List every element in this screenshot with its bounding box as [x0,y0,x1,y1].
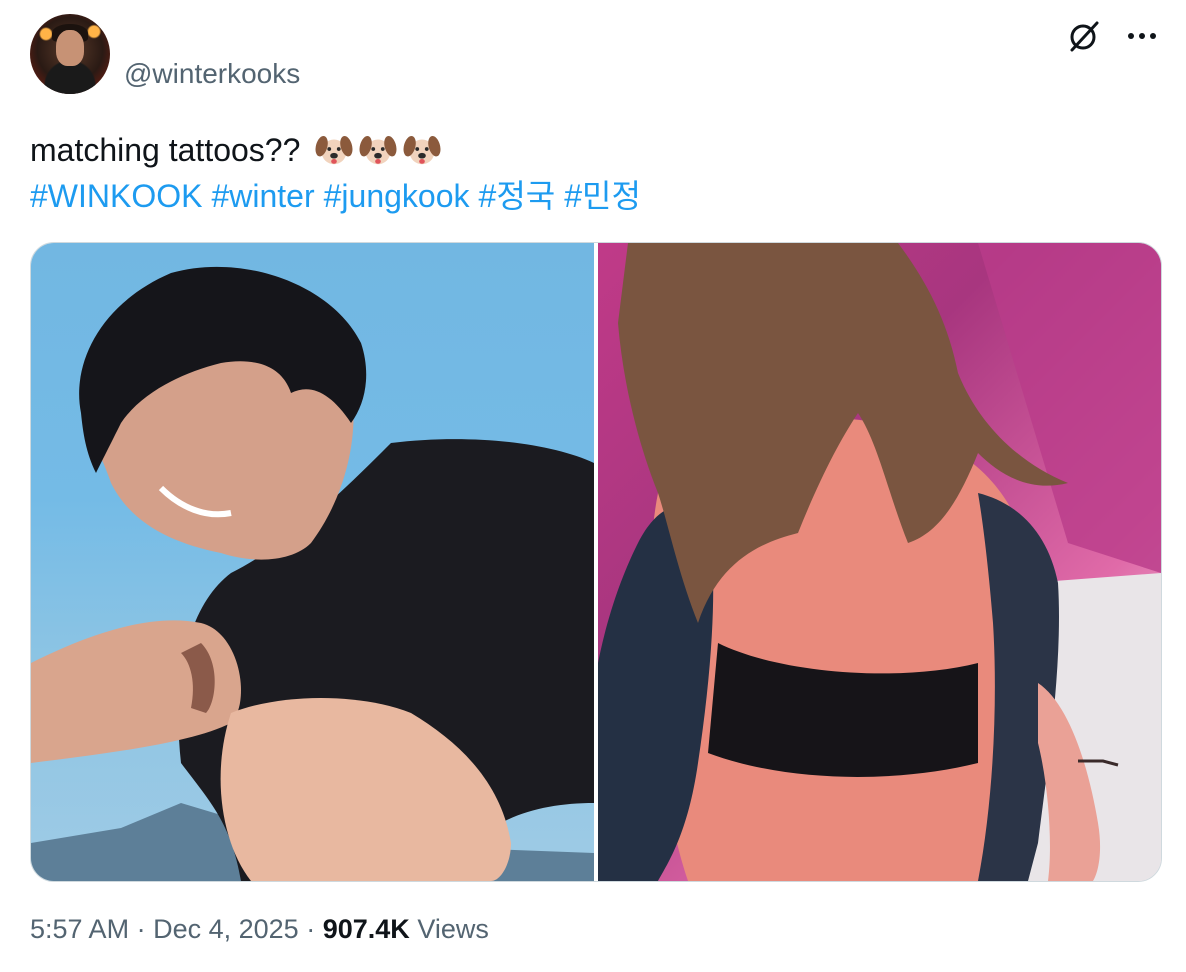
photo-woman-arm-tattoo[interactable] [598,243,1161,881]
avatar[interactable] [30,14,110,94]
post-date[interactable]: Dec 4, 2025 [153,914,299,944]
grok-icon[interactable] [1066,18,1102,54]
meta-separator: · [306,914,316,944]
hashtag-jungkook[interactable]: #jungkook [324,178,470,214]
more-options-icon[interactable] [1124,18,1160,54]
header-actions [1066,18,1160,54]
avatar-face [56,30,84,66]
views-count: 907.4K [322,914,410,944]
photo-man-arm-tattoo[interactable] [31,243,594,881]
views-label: Views [417,914,489,944]
post-meta: 5:57 AM · Dec 4, 2025 · 907.4K Views [30,914,489,945]
hashtag-winkook[interactable]: #WINKOOK [30,178,202,214]
dog-face-emoji [403,135,441,165]
hashtag-winter[interactable]: #winter [211,178,314,214]
dog-face-emoji [359,135,397,165]
media-grid [30,242,1162,882]
author-handle[interactable]: @winterkooks [124,58,300,90]
post-text: matching tattoos?? [30,132,301,168]
meta-separator: · [136,914,146,944]
hashtag-jeongguk[interactable]: #정국 [479,178,556,214]
emoji-group [309,132,441,168]
post-body: matching tattoos?? [30,127,441,173]
dog-face-emoji [315,135,353,165]
post-time[interactable]: 5:57 AM [30,914,129,944]
hashtag-minjeong[interactable]: #민정 [564,178,641,214]
hashtag-list: #WINKOOK #winter #jungkook #정국 #민정 [30,173,650,219]
